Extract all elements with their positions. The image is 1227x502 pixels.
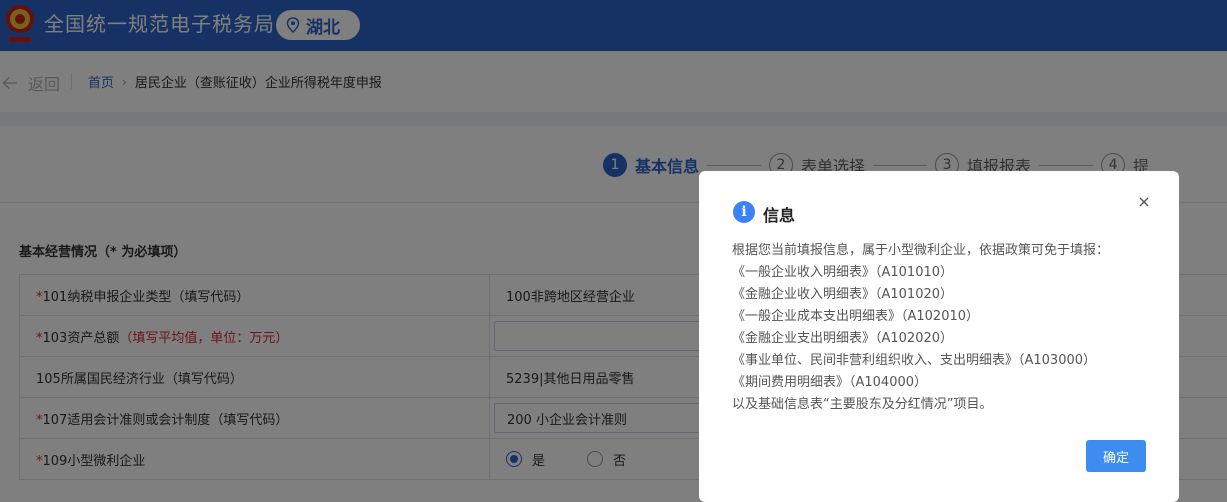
dialog-title: 信息 <box>763 206 796 225</box>
message-line: 《金融企业支出明细表》（A102020） <box>732 331 954 346</box>
message-line: 《一般企业成本支出明细表》（A102010） <box>732 309 980 324</box>
confirm-button[interactable]: 确定 <box>1086 440 1146 472</box>
message-line: 根据您当前填报信息，属于小型微利企业，依据政策可免于填报： <box>732 243 1110 258</box>
info-icon: i <box>733 201 755 223</box>
message-line: 《一般企业收入明细表》（A101010） <box>732 265 954 280</box>
message-line: 《期间费用明细表》（A104000） <box>732 375 928 390</box>
dialog-message: 根据您当前填报信息，属于小型微利企业，依据政策可免于填报： 《一般企业收入明细表… <box>732 240 1152 416</box>
close-icon[interactable] <box>1137 195 1151 209</box>
message-line: 《事业单位、民间非营利组织收入、支出明细表》（A103000） <box>732 353 1097 368</box>
message-line: 《金融企业收入明细表》（A101020） <box>732 287 954 302</box>
message-line: 以及基础信息表“主要股东及分红情况”项目。 <box>732 397 993 412</box>
info-dialog: i 信息 根据您当前填报信息，属于小型微利企业，依据政策可免于填报： 《一般企业… <box>699 171 1179 502</box>
